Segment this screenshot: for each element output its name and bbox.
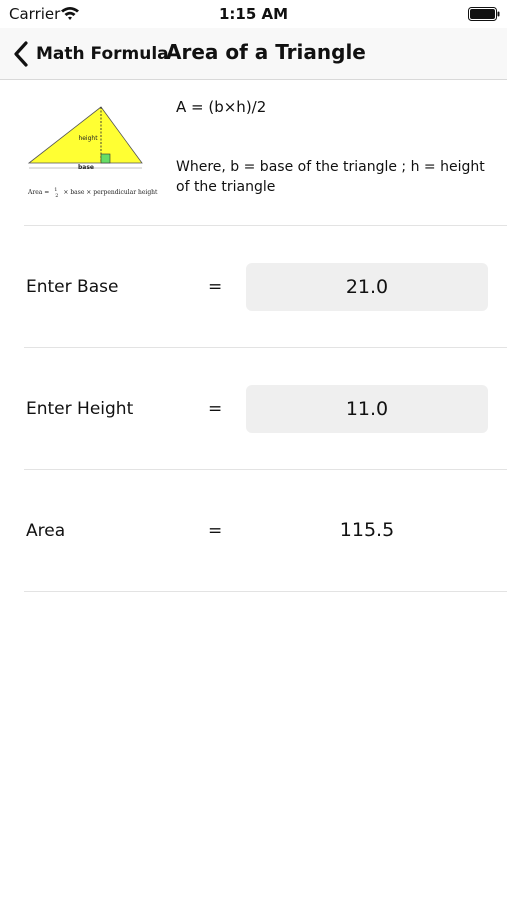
height-label: Enter Height xyxy=(26,399,134,419)
equals-sign: = xyxy=(208,277,223,297)
back-button-label: Math Formula xyxy=(36,44,169,64)
back-button[interactable]: Math Formula xyxy=(12,38,169,70)
status-time: 1:15 AM xyxy=(218,5,289,23)
area-result: 115.5 xyxy=(339,519,395,541)
height-input[interactable]: 11.0 xyxy=(246,385,488,433)
base-label: Enter Base xyxy=(26,277,119,297)
formula-description: Where, b = base of the triangle ; h = he… xyxy=(176,159,485,195)
equals-sign: = xyxy=(208,521,223,541)
page-title: Area of a Triangle xyxy=(166,40,366,64)
area-label: Area xyxy=(26,521,66,541)
base-input[interactable]: 21.0 xyxy=(246,263,488,311)
divider xyxy=(24,347,507,348)
divider xyxy=(24,225,507,226)
base-label: base xyxy=(78,164,94,171)
formula-expression: A = (b×h)/2 xyxy=(176,98,267,116)
divider xyxy=(24,469,507,470)
chevron-left-icon xyxy=(14,41,28,67)
app-screen: Carrier 1:15 AM Math Formula Area of a T… xyxy=(0,0,507,900)
battery-icon xyxy=(468,7,500,21)
status-bar: Carrier 1:15 AM xyxy=(0,0,507,28)
height-label: height xyxy=(78,135,98,142)
divider xyxy=(24,591,507,592)
triangle-diagram: height base Area = 1 2 × base × perpendi… xyxy=(27,106,158,199)
equals-sign: = xyxy=(208,399,223,419)
right-angle-marker xyxy=(100,153,111,164)
navigation-bar: Math Formula Area of a Triangle xyxy=(0,28,507,80)
area-caption: Area = 1 2 × base × perpendicular height xyxy=(27,186,158,199)
